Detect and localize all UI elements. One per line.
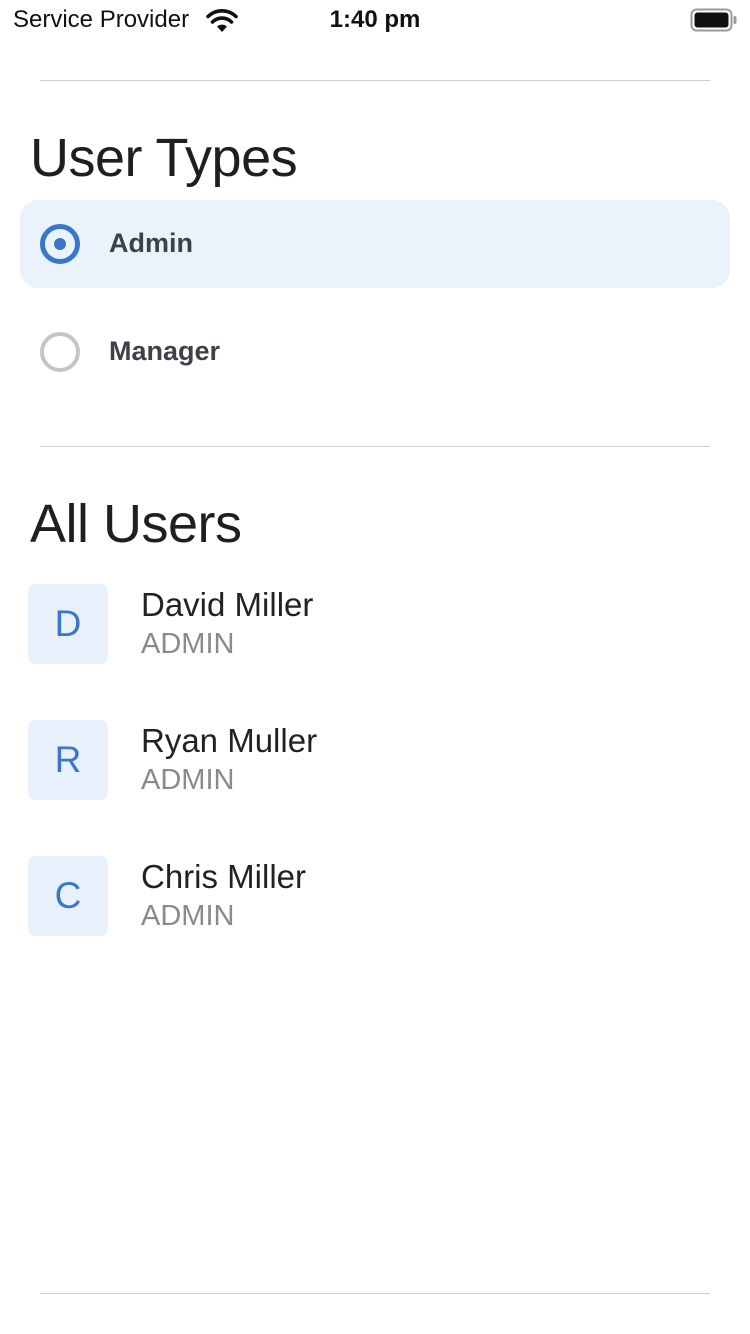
user-role: ADMIN	[141, 628, 235, 660]
avatar: R	[28, 720, 108, 800]
user-name: Chris Miller	[141, 858, 306, 895]
battery-icon	[690, 8, 738, 39]
all-users-title: All Users	[30, 494, 242, 554]
section-divider	[40, 446, 710, 447]
avatar: C	[28, 856, 108, 936]
user-list-item[interactable]: D David Miller ADMIN	[28, 584, 718, 664]
top-divider	[40, 80, 710, 81]
user-types-title: User Types	[30, 128, 298, 188]
radio-label-admin: Admin	[109, 228, 193, 258]
radio-label-manager: Manager	[109, 336, 221, 366]
user-role: ADMIN	[141, 900, 235, 932]
user-role: ADMIN	[141, 764, 235, 796]
user-list-item[interactable]: C Chris Miller ADMIN	[28, 856, 718, 936]
status-time: 1:40 pm	[329, 6, 421, 33]
user-list-item[interactable]: R Ryan Muller ADMIN	[28, 720, 718, 800]
radio-option-manager[interactable]: Manager	[20, 308, 730, 396]
user-name: Ryan Muller	[141, 722, 318, 759]
user-name: David Miller	[141, 586, 314, 623]
radio-unselected-icon[interactable]	[40, 332, 80, 372]
radio-option-admin[interactable]: Admin	[20, 200, 730, 288]
status-bar: Service Provider 1:40 pm	[0, 0, 750, 42]
avatar: D	[28, 584, 108, 664]
bottom-divider	[40, 1293, 710, 1294]
radio-selected-icon[interactable]	[40, 224, 80, 264]
